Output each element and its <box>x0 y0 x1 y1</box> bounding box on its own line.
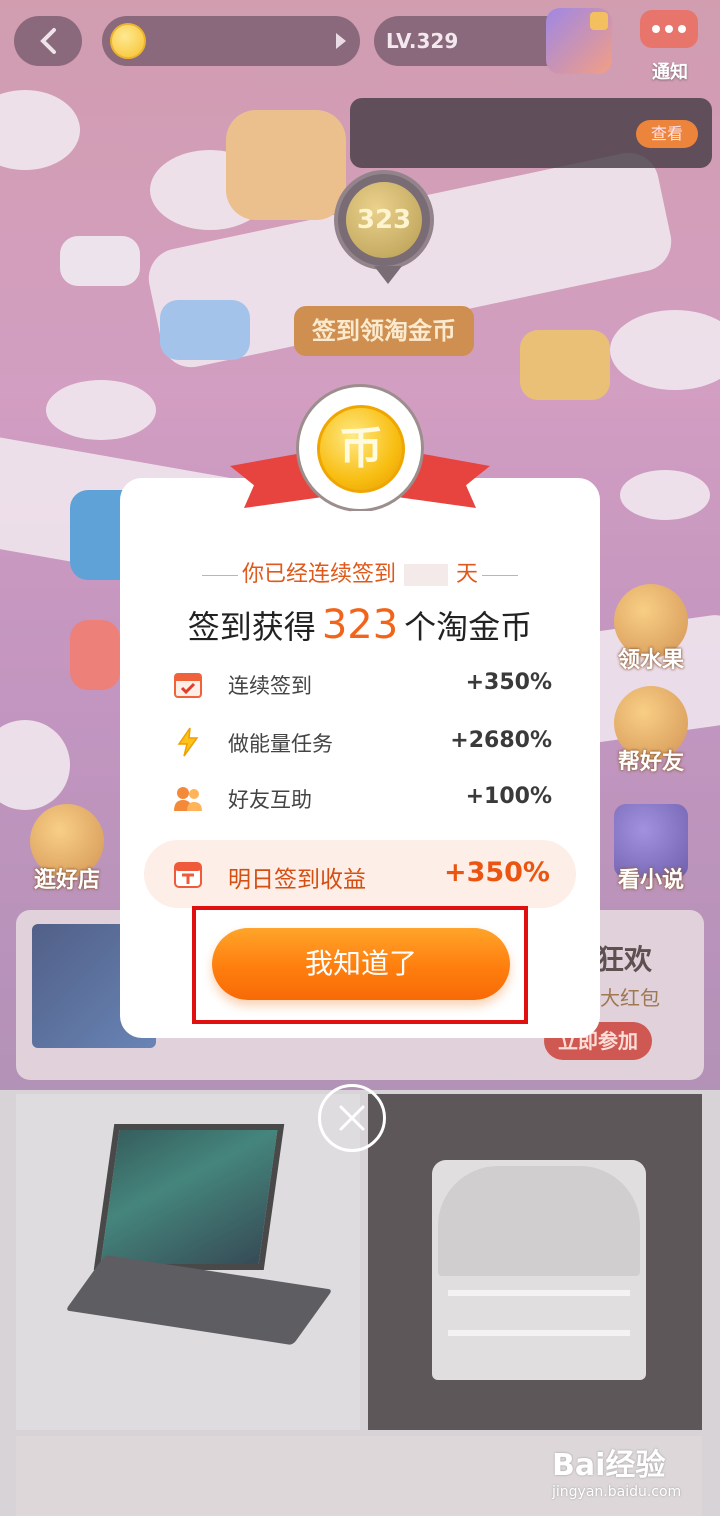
earn-prefix: 签到获得 <box>187 608 316 646</box>
baidu-watermark: Bai经验 jingyan.baidu.com <box>552 1440 712 1506</box>
calendar-t-icon <box>174 862 202 888</box>
streak-prefix: 你已经连续签到 <box>241 562 396 587</box>
bonus-row-friends: 好友互助 +100% <box>172 778 552 818</box>
bonus-name: 好友互助 <box>228 788 312 812</box>
lightning-icon <box>177 727 199 757</box>
bonus-row-energy: 做能量任务 +2680% <box>172 722 552 762</box>
ok-button-highlight: 我知道了 <box>192 906 528 1024</box>
watermark-logo: Bai经验 <box>552 1448 666 1483</box>
bonus-value: +100% <box>465 784 552 809</box>
bonus-value: +2680% <box>450 728 552 753</box>
earned-coins-text: 签到获得 323 个淘金币 <box>120 602 600 648</box>
streak-text: 你已经连续签到 天 <box>120 556 600 588</box>
streak-days-redacted <box>404 564 448 586</box>
coin-medal: 币 <box>296 384 424 525</box>
gold-coin-icon: 币 <box>317 405 405 493</box>
earn-amount: 323 <box>321 602 399 648</box>
calendar-check-icon <box>174 673 202 698</box>
sign-in-reward-dialog: 你已经连续签到 天 签到获得 323 个淘金币 连续签到 +350% 做能量任务 +2… <box>120 478 600 1038</box>
friends-icon <box>174 787 202 811</box>
close-icon <box>339 1105 365 1131</box>
bonus-name: 做能量任务 <box>228 732 333 756</box>
tomorrow-reward-row: 明日签到收益 +350% <box>144 840 576 908</box>
bonus-name: 连续签到 <box>228 674 312 698</box>
bonus-row-streak: 连续签到 +350% <box>172 664 552 704</box>
watermark-url: jingyan.baidu.com <box>552 1484 682 1500</box>
close-button[interactable] <box>318 1084 386 1152</box>
bonus-value: +350% <box>465 670 552 695</box>
tomorrow-reward-name: 明日签到收益 <box>228 867 366 893</box>
streak-suffix: 天 <box>456 562 479 587</box>
tomorrow-reward-value: +350% <box>443 857 550 888</box>
earn-suffix: 个淘金币 <box>404 608 533 646</box>
ok-button[interactable]: 我知道了 <box>212 928 510 1000</box>
